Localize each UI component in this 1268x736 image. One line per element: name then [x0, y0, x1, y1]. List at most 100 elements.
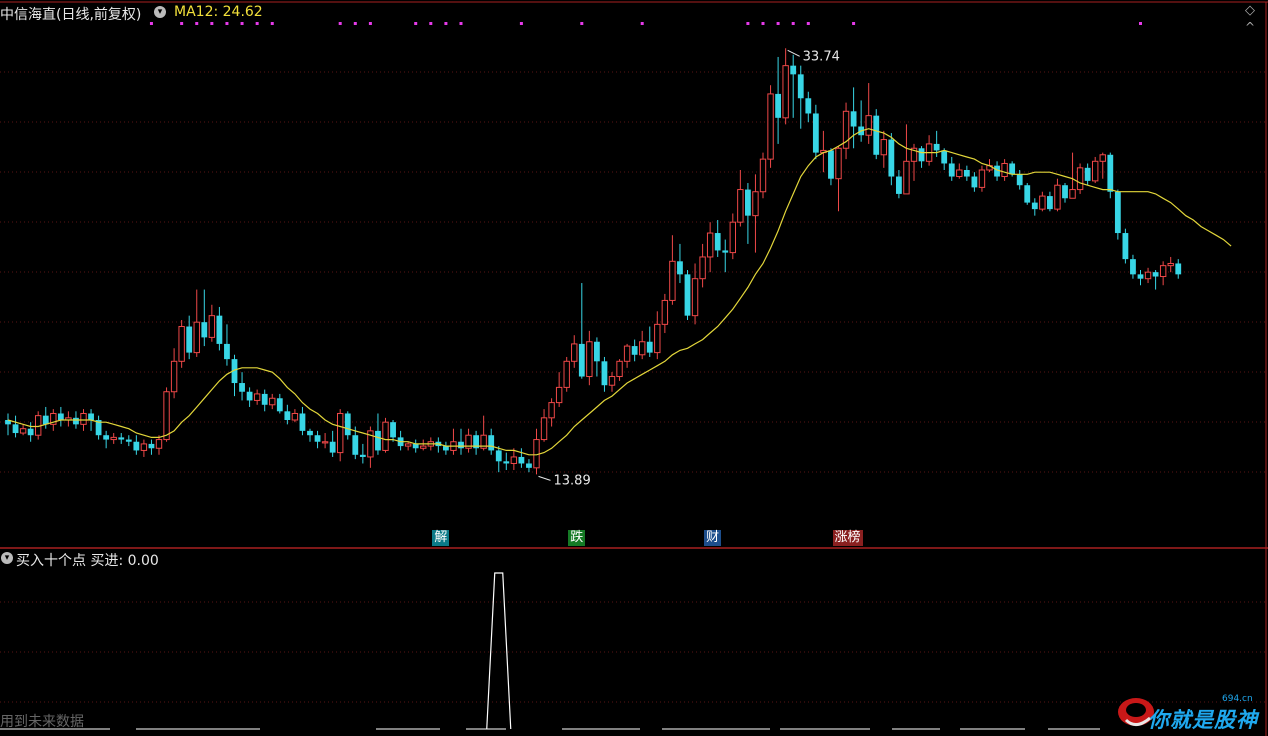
candle-body-up [1039, 195, 1046, 210]
candle-body-down [1024, 185, 1031, 203]
candle-body-down [850, 111, 857, 127]
candle-body-up [608, 376, 616, 386]
title-toggle-icon[interactable]: ▾ [154, 6, 166, 18]
candle-body-down [344, 413, 351, 436]
candle-body-up [420, 445, 427, 449]
subpanel-toggle-icon[interactable]: ▾ [1, 552, 13, 564]
candle-body-up [540, 417, 548, 441]
candle-body-down [224, 343, 230, 360]
signal-marker [761, 22, 765, 25]
candle-body-down [261, 393, 268, 405]
price-low-label: 13.89 [554, 473, 591, 488]
candle-body-down [963, 170, 970, 177]
candle-body-down [1009, 163, 1016, 175]
signal-marker [852, 22, 856, 25]
candle-body-up [586, 341, 593, 378]
candle-body-down [88, 413, 94, 420]
chart-title: 中信海直(日线,前复权) [0, 7, 142, 23]
candle-body-down [805, 98, 812, 114]
candle-body-down [1122, 233, 1129, 260]
signal-marker [806, 22, 810, 25]
ma12-line [7, 128, 1232, 456]
watermark-text: 你就是股神 [1148, 708, 1258, 732]
event-tag[interactable]: 涨榜 [832, 530, 863, 546]
candle-body-up [1144, 271, 1152, 280]
signal-marker [414, 22, 418, 25]
candle-body-down [42, 415, 49, 425]
candle-body-down [1130, 259, 1136, 275]
candle-body-down [201, 322, 208, 338]
candle-body-down [186, 326, 193, 353]
candle-body-up [835, 147, 842, 180]
candle-body-down [812, 113, 819, 153]
candle-body-down [745, 189, 751, 216]
candle-body-up [19, 428, 27, 434]
candle-body-down [458, 441, 464, 449]
candle-body-down [103, 435, 110, 440]
candle-body-down [631, 346, 638, 355]
candle-body-down [948, 163, 955, 177]
candle-body-up [1001, 162, 1008, 178]
candle-body-down [352, 435, 359, 455]
diamond-icon[interactable]: ◇ [1245, 3, 1255, 18]
candle-body-up [404, 443, 412, 447]
event-tag[interactable]: 跌 [568, 530, 586, 546]
signal-marker [1139, 22, 1142, 25]
ma12-readout: MA12: 24.62 [174, 4, 263, 20]
candle-body-down [526, 463, 532, 468]
candle-body-down [1137, 274, 1144, 279]
candle-body-up [163, 391, 170, 441]
candle-body-up [661, 299, 669, 325]
candle-body-down [359, 454, 366, 457]
candle-body-down [216, 315, 223, 344]
signal-marker [149, 22, 153, 25]
candle-body-down [246, 391, 253, 401]
candle-body-down [790, 65, 797, 75]
candle-body-down [148, 443, 155, 449]
candle-body-up [193, 321, 200, 354]
candle-body-down [495, 450, 502, 462]
event-tag[interactable]: 财 [704, 530, 722, 546]
candle-body-up [110, 436, 117, 441]
candle-body-up [691, 278, 699, 317]
candle-body-down [888, 139, 895, 177]
indicator-spike [486, 572, 512, 730]
candle-body-up [1159, 265, 1167, 278]
candle-body-down [873, 115, 880, 155]
price-high-label: 33.74 [803, 49, 840, 64]
signal-marker [270, 22, 274, 25]
candle-body-down [594, 341, 600, 362]
candle-body-down [601, 361, 608, 386]
event-tag[interactable]: 解 [432, 530, 450, 546]
candle-body-up [291, 412, 299, 421]
candle-body-up [170, 360, 178, 393]
candle-body-up [623, 345, 631, 362]
candle-body-up [1076, 167, 1084, 191]
candle-body-up [639, 341, 646, 356]
candle-body-up [548, 402, 555, 419]
candle-body-up [706, 232, 714, 258]
candle-body-down [722, 250, 729, 253]
signal-marker [444, 22, 448, 25]
candle-body-down [27, 428, 34, 436]
candle-body-up [178, 326, 185, 362]
signal-marker [368, 22, 372, 25]
low-arrow [538, 475, 551, 481]
candle-body-down [1016, 174, 1023, 186]
candle-body-up [155, 439, 163, 449]
candle-body-up [337, 412, 344, 454]
candle-body-down [307, 430, 313, 436]
signal-marker [429, 22, 433, 25]
chevron-up-icon[interactable]: ^ [1245, 20, 1255, 34]
signal-marker [519, 22, 523, 25]
kline-chart[interactable]: 33.74 13.89 [0, 0, 1268, 736]
candle-body-down [714, 233, 721, 251]
candle-body-down [276, 398, 283, 412]
candle-body-up [510, 456, 518, 464]
candle-body-down [375, 430, 381, 451]
candle-body-down [941, 150, 948, 164]
candle-body-up [737, 189, 744, 223]
signal-marker [580, 22, 584, 25]
candle-body-up [669, 260, 676, 301]
candle-body-down [1175, 263, 1182, 275]
